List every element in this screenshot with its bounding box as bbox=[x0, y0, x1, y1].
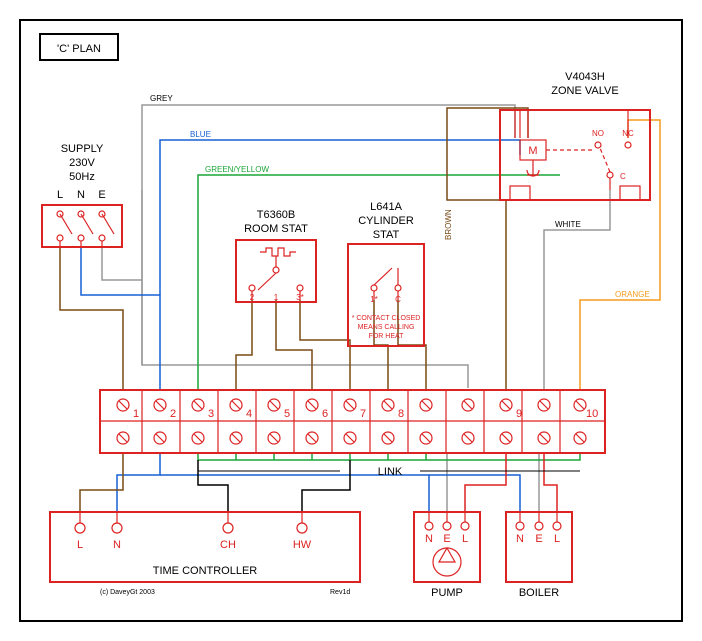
cyl-note3: FOR HEAT bbox=[369, 333, 405, 340]
room-stat-label: ROOM STAT bbox=[244, 223, 308, 235]
supply-pin-e: E bbox=[98, 189, 105, 201]
wire-label-orange: ORANGE bbox=[615, 290, 650, 299]
wire-label-grey: GREY bbox=[150, 94, 173, 103]
wire-gy-link bbox=[198, 453, 580, 460]
zone-valve-m: M bbox=[528, 145, 537, 157]
wiring-diagram: 'C' PLAN GREY BLUE GREEN/YELLOW BROWN WH… bbox=[0, 0, 702, 641]
wire-blue-supply-n bbox=[81, 247, 160, 390]
terminal-link-label: LINK bbox=[378, 466, 403, 478]
wire-blue-pump-n bbox=[160, 475, 429, 512]
cyl-note2: MEANS CALLING bbox=[358, 324, 415, 331]
boiler-block: N E L BOILER bbox=[506, 512, 572, 599]
supply-block: SUPPLY 230V 50Hz L N E bbox=[42, 143, 122, 247]
tc-label: TIME CONTROLLER bbox=[153, 565, 258, 577]
wire-brown-rs3 bbox=[300, 300, 350, 390]
wire-red-boiler-l bbox=[544, 453, 557, 512]
wire-brown-supply-l bbox=[60, 247, 123, 390]
cyl-stat-model: L641A bbox=[370, 201, 402, 213]
wire-orange bbox=[580, 120, 660, 390]
pump-e: E bbox=[443, 533, 450, 545]
cyl-stat-label2: STAT bbox=[373, 229, 400, 241]
wire-grey-supply-e bbox=[102, 247, 142, 280]
wire-brown-rs2 bbox=[236, 300, 252, 390]
pump-block: N E L PUMP bbox=[414, 512, 480, 599]
wire-brown-to-valve bbox=[447, 108, 528, 390]
zone-valve-model: V4043H bbox=[565, 71, 605, 83]
tc-rev: Rev1d bbox=[330, 589, 350, 596]
supply-pin-l: L bbox=[57, 189, 63, 201]
t9: 9 bbox=[516, 408, 522, 420]
boiler-label: BOILER bbox=[519, 587, 559, 599]
cyl-stat-label: CYLINDER bbox=[358, 215, 414, 227]
zone-valve-no: NO bbox=[592, 129, 604, 138]
zone-valve-block: V4043H ZONE VALVE M NO NC C bbox=[500, 71, 650, 200]
pump-l: L bbox=[462, 533, 468, 545]
t1: 1 bbox=[133, 408, 139, 420]
wire-label-blue: BLUE bbox=[190, 130, 211, 139]
zone-valve-label: ZONE VALVE bbox=[551, 85, 618, 97]
tc-l: L bbox=[77, 539, 83, 551]
t2: 2 bbox=[170, 408, 176, 420]
room-stat-model: T6360B bbox=[257, 209, 296, 221]
wire-label-brown: BROWN bbox=[444, 209, 453, 240]
t7: 7 bbox=[360, 408, 366, 420]
tc-ch: CH bbox=[220, 539, 236, 551]
tc-n: N bbox=[113, 539, 121, 551]
boiler-e: E bbox=[535, 533, 542, 545]
t4: 4 bbox=[246, 408, 252, 420]
cyl-note1: * CONTACT CLOSED bbox=[352, 315, 421, 322]
zone-valve-c: C bbox=[620, 172, 626, 181]
title-box: 'C' PLAN bbox=[40, 34, 118, 60]
pump-n: N bbox=[425, 533, 433, 545]
t5: 5 bbox=[284, 408, 290, 420]
wire-black-ch bbox=[198, 460, 228, 512]
wire-red-pump-l bbox=[465, 453, 506, 512]
t10: 10 bbox=[586, 408, 598, 420]
supply-label: SUPPLY bbox=[61, 143, 104, 155]
wire-blue-to-valve bbox=[160, 140, 520, 295]
t3: 3 bbox=[208, 408, 214, 420]
rs-pin-1: 1 bbox=[274, 293, 279, 302]
boiler-l: L bbox=[554, 533, 560, 545]
pump-label: PUMP bbox=[431, 587, 463, 599]
room-stat-block: T6360B ROOM STAT 2 1 3* bbox=[236, 209, 316, 302]
wire-black-hw bbox=[302, 460, 350, 512]
supply-pin-n: N bbox=[77, 189, 85, 201]
wire-label-white: WHITE bbox=[555, 220, 581, 229]
title-text: 'C' PLAN bbox=[57, 43, 101, 55]
boiler-n: N bbox=[516, 533, 524, 545]
wire-brown-rs1 bbox=[276, 300, 312, 390]
wire-label-gy: GREEN/YELLOW bbox=[205, 165, 269, 174]
tc-copy: (c) DaveyGt 2003 bbox=[100, 589, 155, 596]
terminal-strip: 1 2 3 4 5 6 7 8 9 10 LINK bbox=[100, 390, 605, 478]
tc-hw: HW bbox=[293, 539, 312, 551]
wire-grey-pump-boiler-e-up bbox=[447, 453, 539, 512]
supply-voltage: 230V bbox=[69, 157, 95, 169]
wire-gy-link-taps bbox=[236, 453, 426, 460]
time-controller-block: L N CH HW TIME CONTROLLER (c) DaveyGt 20… bbox=[50, 512, 360, 596]
cylinder-stat-block: L641A CYLINDER STAT 1* C * CONTACT CLOSE… bbox=[348, 201, 424, 346]
t6: 6 bbox=[322, 408, 328, 420]
supply-freq: 50Hz bbox=[69, 171, 95, 183]
t8: 8 bbox=[398, 408, 404, 420]
